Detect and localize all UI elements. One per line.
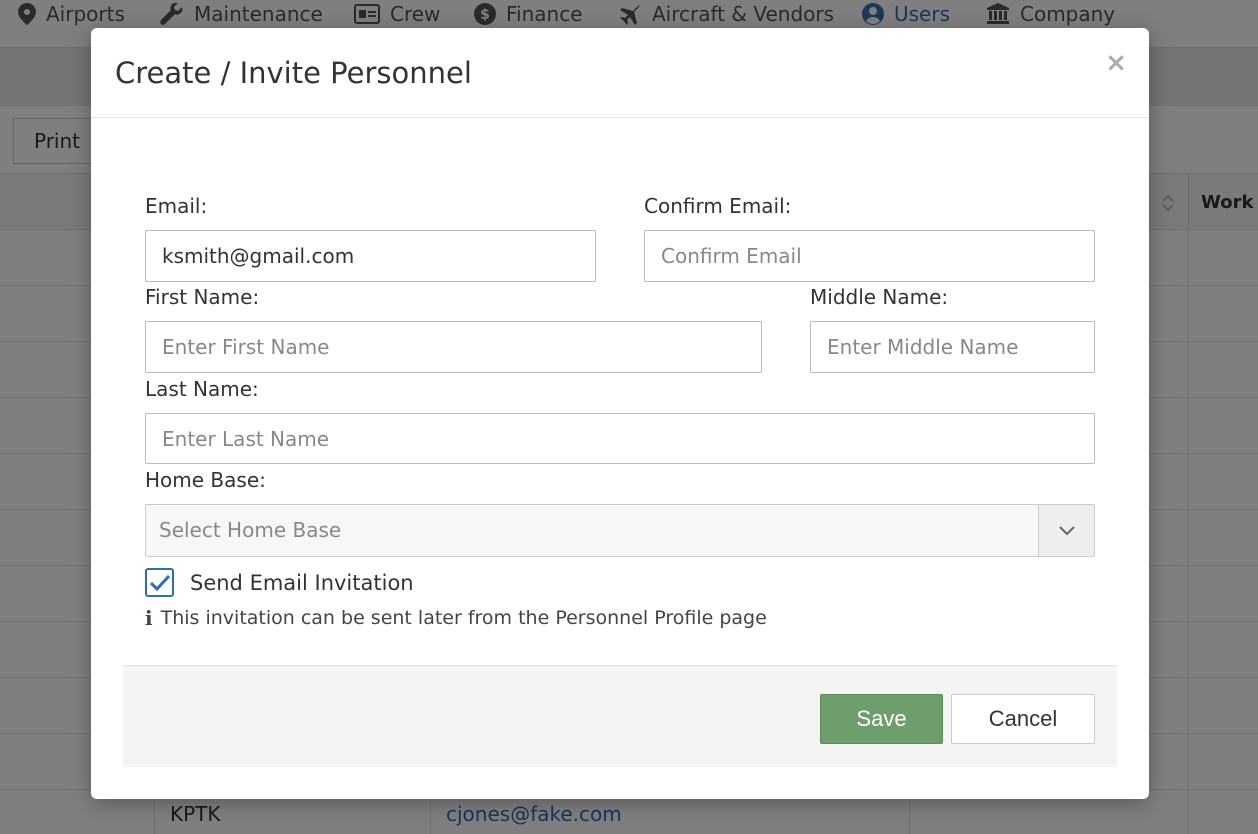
invitation-info-note: i This invitation can be sent later from… [145,606,767,630]
email-label: Email: [145,194,208,218]
send-invitation-label[interactable]: Send Email Invitation [190,571,414,595]
home-base-select[interactable]: Select Home Base [145,504,1095,557]
last-name-label: Last Name: [145,377,259,401]
middle-name-field[interactable] [810,321,1095,373]
modal-header: Create / Invite Personnel × [91,28,1149,118]
close-icon[interactable]: × [1105,50,1127,76]
chevron-down-icon [1058,525,1075,535]
save-button[interactable]: Save [820,694,943,744]
first-name-field[interactable] [145,321,762,373]
checkmark-icon [149,574,170,591]
email-field[interactable] [145,230,596,282]
home-base-placeholder: Select Home Base [159,518,342,542]
confirm-email-field[interactable] [644,230,1095,282]
first-name-label: First Name: [145,285,260,309]
modal-footer: Save Cancel [123,665,1117,767]
middle-name-label: Middle Name: [810,285,949,309]
create-personnel-modal: Create / Invite Personnel × Email: Confi… [91,28,1149,799]
send-invitation-checkbox[interactable] [145,568,174,597]
modal-title: Create / Invite Personnel [115,56,472,90]
info-icon: i [145,606,153,630]
confirm-email-label: Confirm Email: [644,194,792,218]
last-name-field[interactable] [145,413,1095,464]
info-text: This invitation can be sent later from t… [160,607,767,629]
cancel-button[interactable]: Cancel [951,694,1095,744]
home-base-label: Home Base: [145,468,266,492]
dropdown-toggle[interactable] [1038,505,1094,556]
